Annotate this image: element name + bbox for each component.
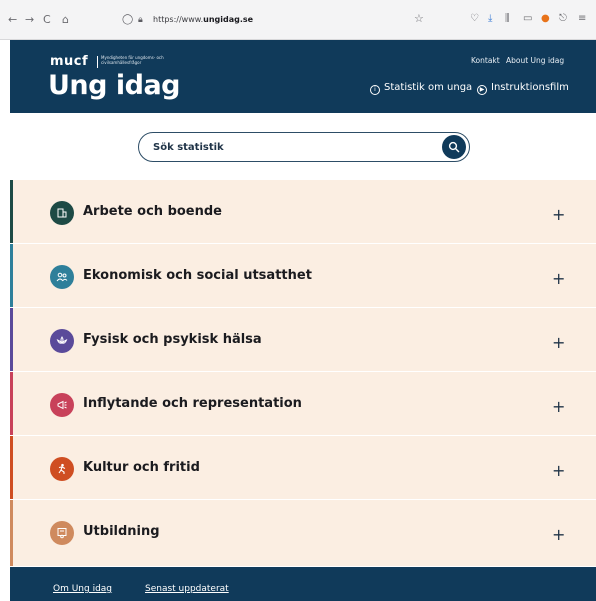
instruction-film-link[interactable]: ▶ Instruktionsfilm <box>477 82 569 95</box>
lotus-icon <box>50 329 74 353</box>
brand-mucf[interactable]: mucf <box>50 54 88 69</box>
category-kultur-och-fritid[interactable]: Kultur och fritid + <box>10 436 596 500</box>
footer-link-om-ung-idag[interactable]: Om Ung idag <box>53 584 112 594</box>
search-button[interactable] <box>442 135 466 159</box>
site-footer: Om Ung idag Senast uppdaterat <box>10 567 596 601</box>
address-bar[interactable]: ◯ 🔒︎ https://www.ungidag.se <box>116 9 436 31</box>
play-icon: ▶ <box>477 85 487 95</box>
search-box <box>138 132 470 162</box>
expand-icon[interactable]: + <box>552 271 565 287</box>
info-icon: i <box>370 85 380 95</box>
category-label: Inflytande och representation <box>83 396 302 411</box>
category-accordion: Arbete och boende + Ekonomisk och social… <box>10 180 596 567</box>
forward-button[interactable]: → <box>25 13 34 27</box>
footer-link-senast-uppdaterat[interactable]: Senast uppdaterat <box>145 584 229 594</box>
expand-icon[interactable]: + <box>552 335 565 351</box>
site-logo-title[interactable]: Ung idag <box>48 70 181 101</box>
category-stripe <box>10 308 13 371</box>
home-button[interactable]: ⌂ <box>62 13 69 27</box>
category-stripe <box>10 372 13 435</box>
expand-icon[interactable]: + <box>552 399 565 415</box>
people-icon <box>50 265 74 289</box>
lock-icon[interactable]: 🔒︎ <box>138 9 143 31</box>
about-link[interactable]: About Ung idag <box>506 56 564 65</box>
statistics-link[interactable]: i Statistik om unga <box>370 82 472 95</box>
site-header: mucf Myndigheten för ungdoms- och civils… <box>10 40 596 113</box>
category-inflytande-och-representation[interactable]: Inflytande och representation + <box>10 372 596 436</box>
category-arbete-och-boende[interactable]: Arbete och boende + <box>10 180 596 244</box>
category-label: Utbildning <box>83 524 160 539</box>
building-icon <box>50 201 74 225</box>
category-stripe <box>10 244 13 307</box>
url-text: https://www.ungidag.se <box>153 9 253 31</box>
statistics-link-label: Statistik om unga <box>384 82 473 93</box>
instruction-film-label: Instruktionsfilm <box>491 82 569 93</box>
megaphone-icon <box>50 393 74 417</box>
expand-icon[interactable]: + <box>552 207 565 223</box>
library-icon[interactable]: ⫼ <box>505 12 510 26</box>
browser-toolbar: ← → C ⌂ ◯ 🔒︎ https://www.ungidag.se ☆ ♡ … <box>0 0 596 40</box>
category-stripe <box>10 180 13 243</box>
category-utbildning[interactable]: Utbildning + <box>10 500 596 567</box>
share-icon[interactable]: ⎋ <box>559 12 567 26</box>
tracking-shield-icon[interactable]: ◯ <box>122 9 133 31</box>
url-domain: ungidag.se <box>203 15 254 24</box>
pocket-icon[interactable]: ♡ <box>470 12 479 26</box>
diploma-icon <box>50 521 74 545</box>
search-icon <box>448 141 460 153</box>
expand-icon[interactable]: + <box>552 527 565 543</box>
url-prefix: https://www. <box>153 15 204 24</box>
category-label: Ekonomisk och social utsatthet <box>83 268 312 283</box>
dancer-icon <box>50 457 74 481</box>
download-icon[interactable]: ⤓ <box>488 12 492 26</box>
extension-icon[interactable]: ● <box>541 12 550 26</box>
reload-button[interactable]: C <box>43 13 51 27</box>
category-label: Fysisk och psykisk hälsa <box>83 332 262 347</box>
contact-link[interactable]: Kontakt <box>471 56 500 65</box>
back-button[interactable]: ← <box>8 13 17 27</box>
category-ekonomisk-och-social-utsatthet[interactable]: Ekonomisk och social utsatthet + <box>10 244 596 308</box>
sidebar-icon[interactable]: ▭ <box>523 12 532 26</box>
category-stripe <box>10 436 13 499</box>
brand-divider <box>97 56 98 68</box>
category-label: Kultur och fritid <box>83 460 200 475</box>
menu-icon[interactable]: ≡ <box>578 12 586 26</box>
expand-icon[interactable]: + <box>552 463 565 479</box>
brand-subtitle: Myndigheten för ungdoms- och civilsamhäl… <box>101 55 164 65</box>
category-fysisk-och-psykisk-halsa[interactable]: Fysisk och psykisk hälsa + <box>10 308 596 372</box>
bookmark-star-icon[interactable]: ☆ <box>414 12 424 25</box>
category-label: Arbete och boende <box>83 204 223 219</box>
search-input[interactable] <box>151 138 435 157</box>
category-stripe <box>10 500 13 566</box>
